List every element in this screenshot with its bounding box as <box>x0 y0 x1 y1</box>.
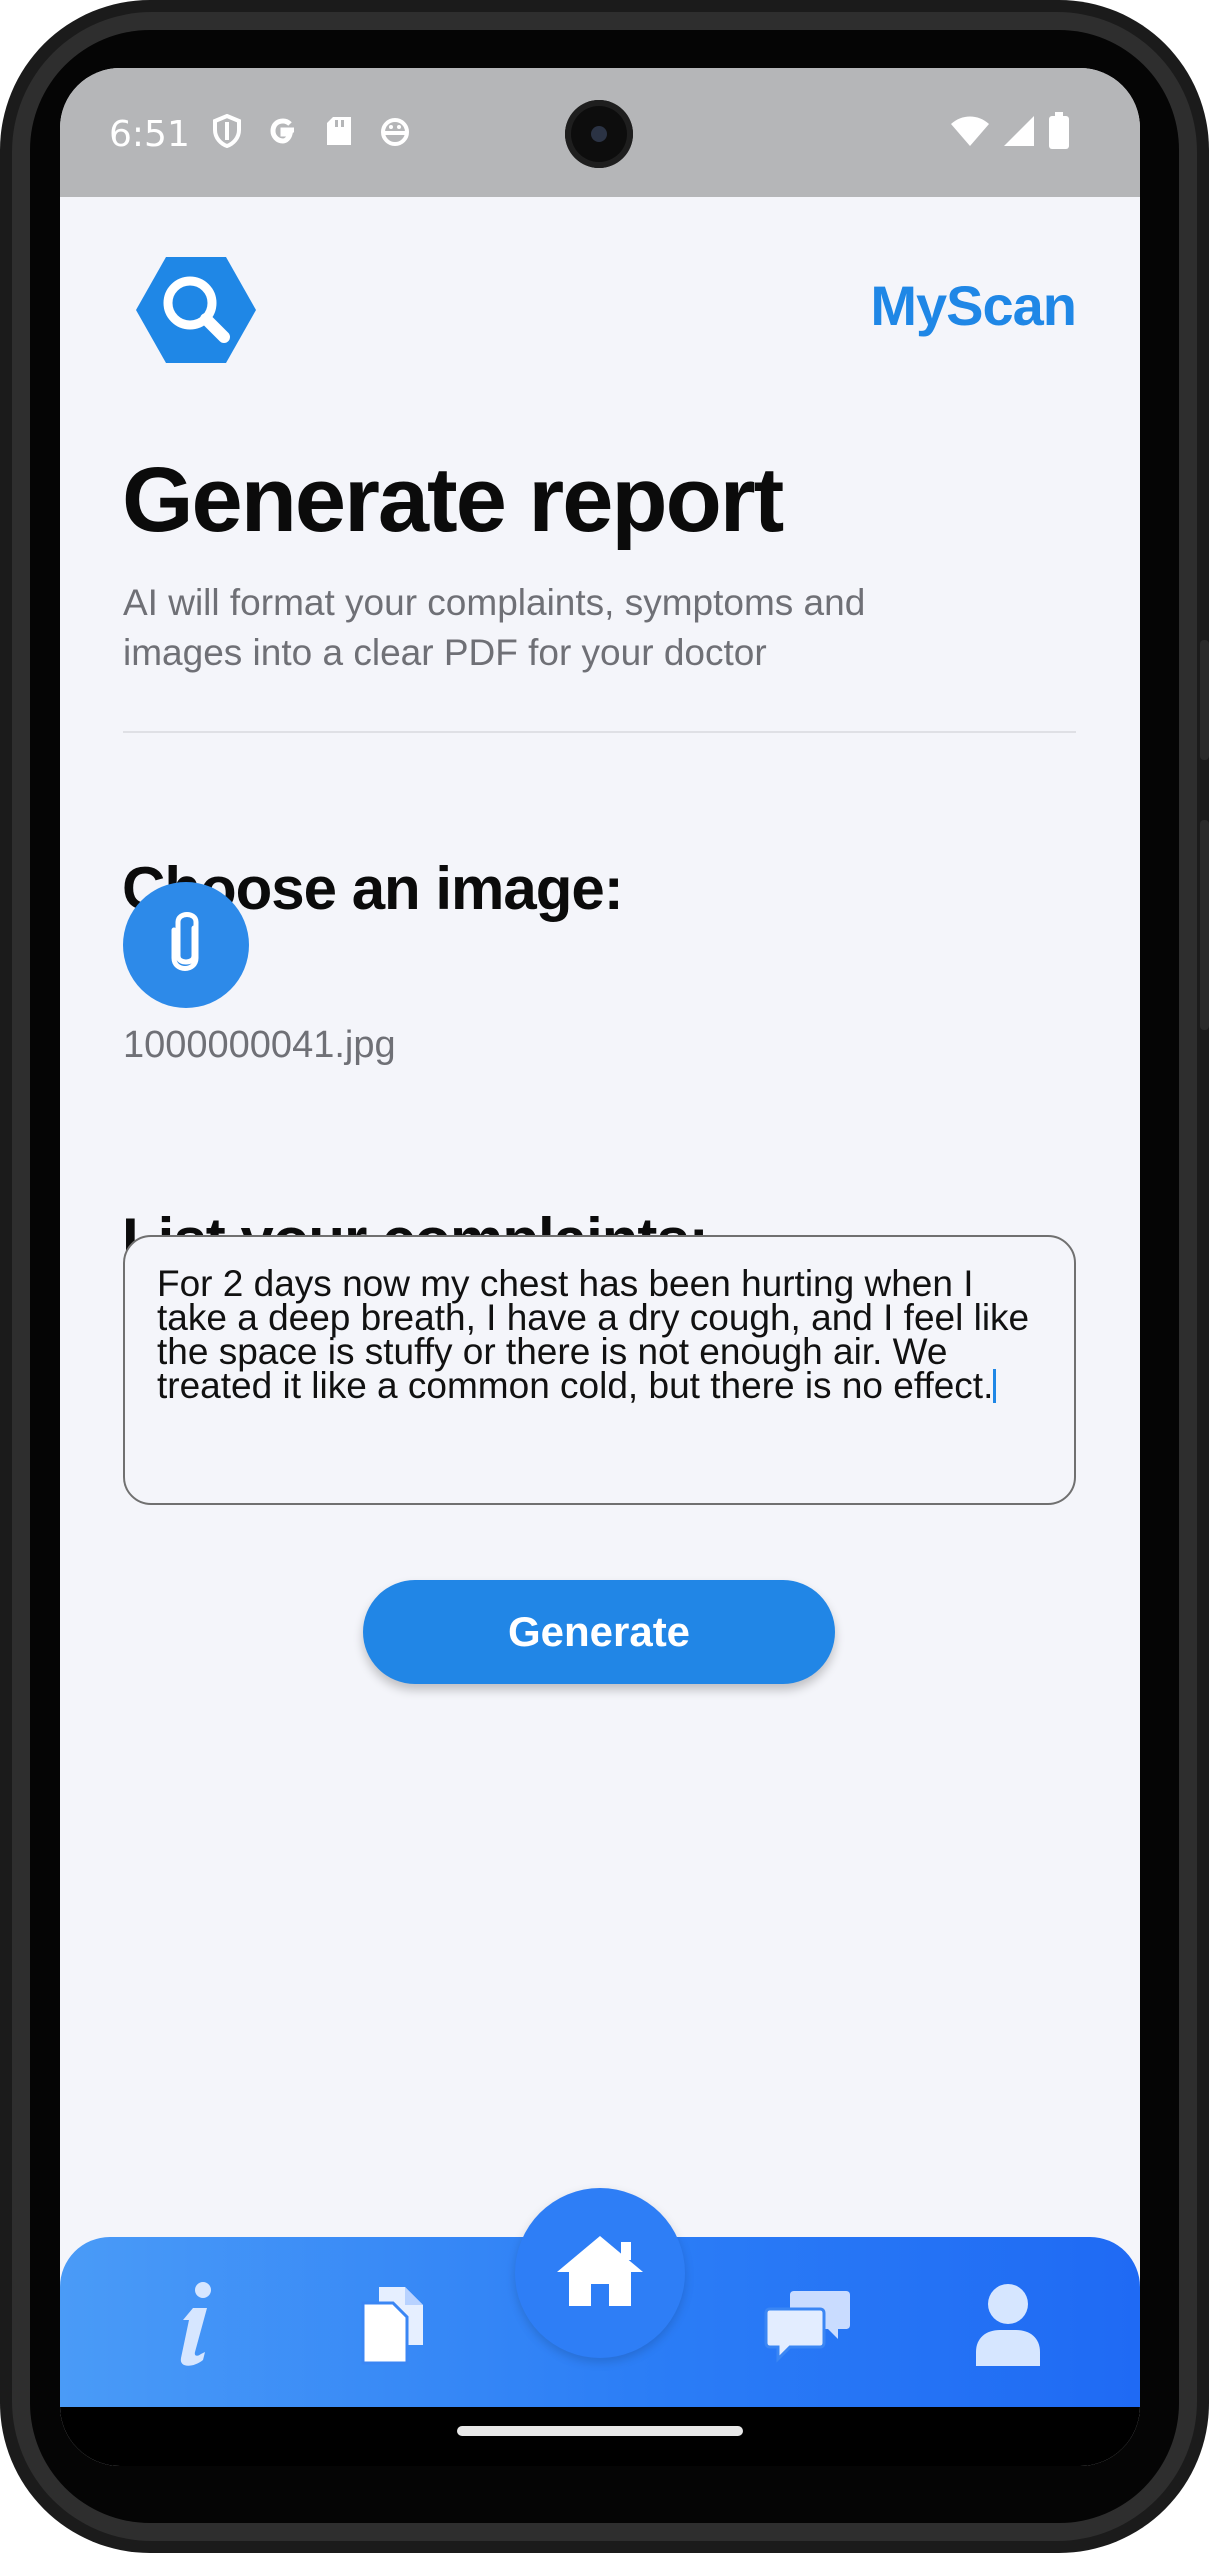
complaints-textarea[interactable]: For 2 days now my chest has been hurting… <box>123 1235 1076 1505</box>
section-divider <box>123 731 1076 733</box>
status-icons-right <box>950 112 1070 155</box>
status-time: 6:51 <box>109 114 190 155</box>
sd-card-icon <box>322 114 356 148</box>
selected-filename: 1000000041.jpg <box>123 1024 396 1066</box>
attach-image-button[interactable] <box>123 882 249 1008</box>
complaints-text: For 2 days now my chest has been hurting… <box>157 1263 1030 1406</box>
paperclip-icon <box>162 908 210 983</box>
status-bar: 6:51 <box>60 68 1140 197</box>
nav-item-home[interactable] <box>515 2188 685 2358</box>
home-icon <box>555 2234 645 2313</box>
device-frame: 6:51 MyScan Generate report AI will form… <box>0 0 1209 2553</box>
info-icon <box>163 2280 223 2375</box>
nav-item-documents[interactable] <box>343 2277 443 2377</box>
generate-button[interactable]: Generate <box>363 1580 835 1684</box>
screen: 6:51 MyScan Generate report AI will form… <box>60 68 1140 2466</box>
android-icon <box>378 114 412 148</box>
search-hexagon-logo-icon[interactable] <box>132 253 260 367</box>
nav-item-chat[interactable] <box>758 2277 858 2377</box>
battery-icon <box>1048 112 1070 155</box>
power-button <box>1200 640 1209 760</box>
profile-icon <box>972 2282 1044 2373</box>
chat-icon <box>764 2287 852 2368</box>
brand-name: MyScan <box>870 274 1077 337</box>
gesture-handle[interactable] <box>457 2426 743 2436</box>
volume-button <box>1200 820 1209 1030</box>
front-camera <box>565 100 633 168</box>
nav-item-info[interactable] <box>143 2277 243 2377</box>
status-icons-left <box>210 114 412 148</box>
page-title: Generate report <box>122 449 784 551</box>
nav-item-profile[interactable] <box>958 2277 1058 2377</box>
signal-icon <box>1002 114 1036 153</box>
gesture-area <box>60 2407 1140 2466</box>
shield-icon <box>210 114 244 148</box>
wifi-icon <box>950 114 990 153</box>
documents-icon <box>357 2285 429 2370</box>
page-subtitle: AI will format your complaints, symptoms… <box>123 582 866 673</box>
text-cursor <box>993 1369 997 1403</box>
google-icon <box>266 114 300 148</box>
